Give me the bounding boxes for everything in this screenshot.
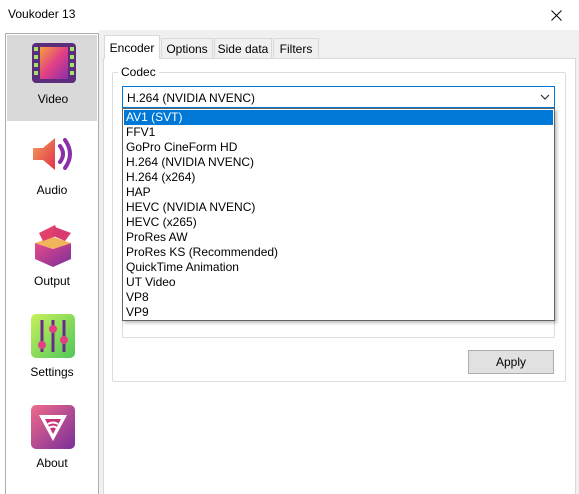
codec-option-ut-video[interactable]: UT Video: [124, 275, 553, 290]
tab-filters[interactable]: Filters: [273, 38, 319, 58]
codec-select-value: H.264 (NVIDIA NVENC): [127, 91, 256, 105]
codec-option-h264-x264[interactable]: H.264 (x264): [124, 170, 553, 185]
codec-group-label: Codec: [118, 65, 159, 79]
close-button[interactable]: [533, 0, 579, 30]
sidebar-item-about[interactable]: About: [6, 399, 98, 485]
speaker-icon: [33, 138, 72, 170]
sidebar-item-label: Output: [33, 274, 71, 288]
tab-encoder[interactable]: Encoder: [104, 35, 160, 59]
window-title: Voukoder 13: [8, 7, 76, 21]
codec-option-quicktime-animation[interactable]: QuickTime Animation: [124, 260, 553, 275]
codec-option-vp8[interactable]: VP8: [124, 290, 553, 305]
apply-button[interactable]: Apply: [468, 350, 554, 374]
sidebar-item-video[interactable]: Video: [7, 35, 97, 121]
tab-label: Filters: [279, 41, 313, 56]
codec-option-hevc-x265[interactable]: HEVC (x265): [124, 215, 553, 230]
box-icon: [35, 225, 71, 267]
tab-label: Options: [166, 41, 208, 56]
codec-option-vp9[interactable]: VP9: [124, 305, 553, 320]
chevron-down-icon: [540, 94, 550, 100]
tab-label: Encoder: [109, 40, 155, 55]
sidebar-item-label: Settings: [30, 365, 74, 379]
sidebar-item-label: About: [36, 456, 68, 470]
title-bar: Voukoder 13: [0, 0, 579, 30]
sidebar-item-label: Video: [37, 92, 69, 106]
sidebar: Video Audio Output Settings About: [5, 33, 99, 494]
film-icon: [32, 43, 76, 83]
codec-option-av1-svt[interactable]: AV1 (SVT): [124, 110, 553, 125]
codec-dropdown-list: AV1 (SVT) FFV1 GoPro CineForm HD H.264 (…: [122, 108, 555, 321]
voukoder-logo-icon: [31, 405, 75, 449]
tab-options[interactable]: Options: [161, 38, 213, 58]
tab-label: Side data: [217, 41, 269, 56]
codec-option-hevc-nvenc[interactable]: HEVC (NVIDIA NVENC): [124, 200, 553, 215]
codec-option-hap[interactable]: HAP: [124, 185, 553, 200]
sidebar-item-output[interactable]: Output: [6, 217, 98, 303]
sidebar-item-audio[interactable]: Audio: [6, 126, 98, 212]
tab-side-data[interactable]: Side data: [214, 38, 272, 58]
sidebar-item-settings[interactable]: Settings: [6, 308, 98, 394]
sidebar-item-label: Audio: [36, 183, 68, 197]
codec-option-ffv1[interactable]: FFV1: [124, 125, 553, 140]
codec-option-prores-aw[interactable]: ProRes AW: [124, 230, 553, 245]
codec-option-gopro-cineform-hd[interactable]: GoPro CineForm HD: [124, 140, 553, 155]
apply-button-label: Apply: [495, 355, 527, 369]
voukoder-window: Voukoder 13 Video Audio Output Settings …: [0, 0, 579, 494]
codec-option-h264-nvenc[interactable]: H.264 (NVIDIA NVENC): [124, 155, 553, 170]
close-icon: [550, 9, 562, 21]
codec-select[interactable]: H.264 (NVIDIA NVENC): [122, 86, 555, 108]
codec-option-prores-ks[interactable]: ProRes KS (Recommended): [124, 245, 553, 260]
sliders-icon: [31, 314, 75, 358]
